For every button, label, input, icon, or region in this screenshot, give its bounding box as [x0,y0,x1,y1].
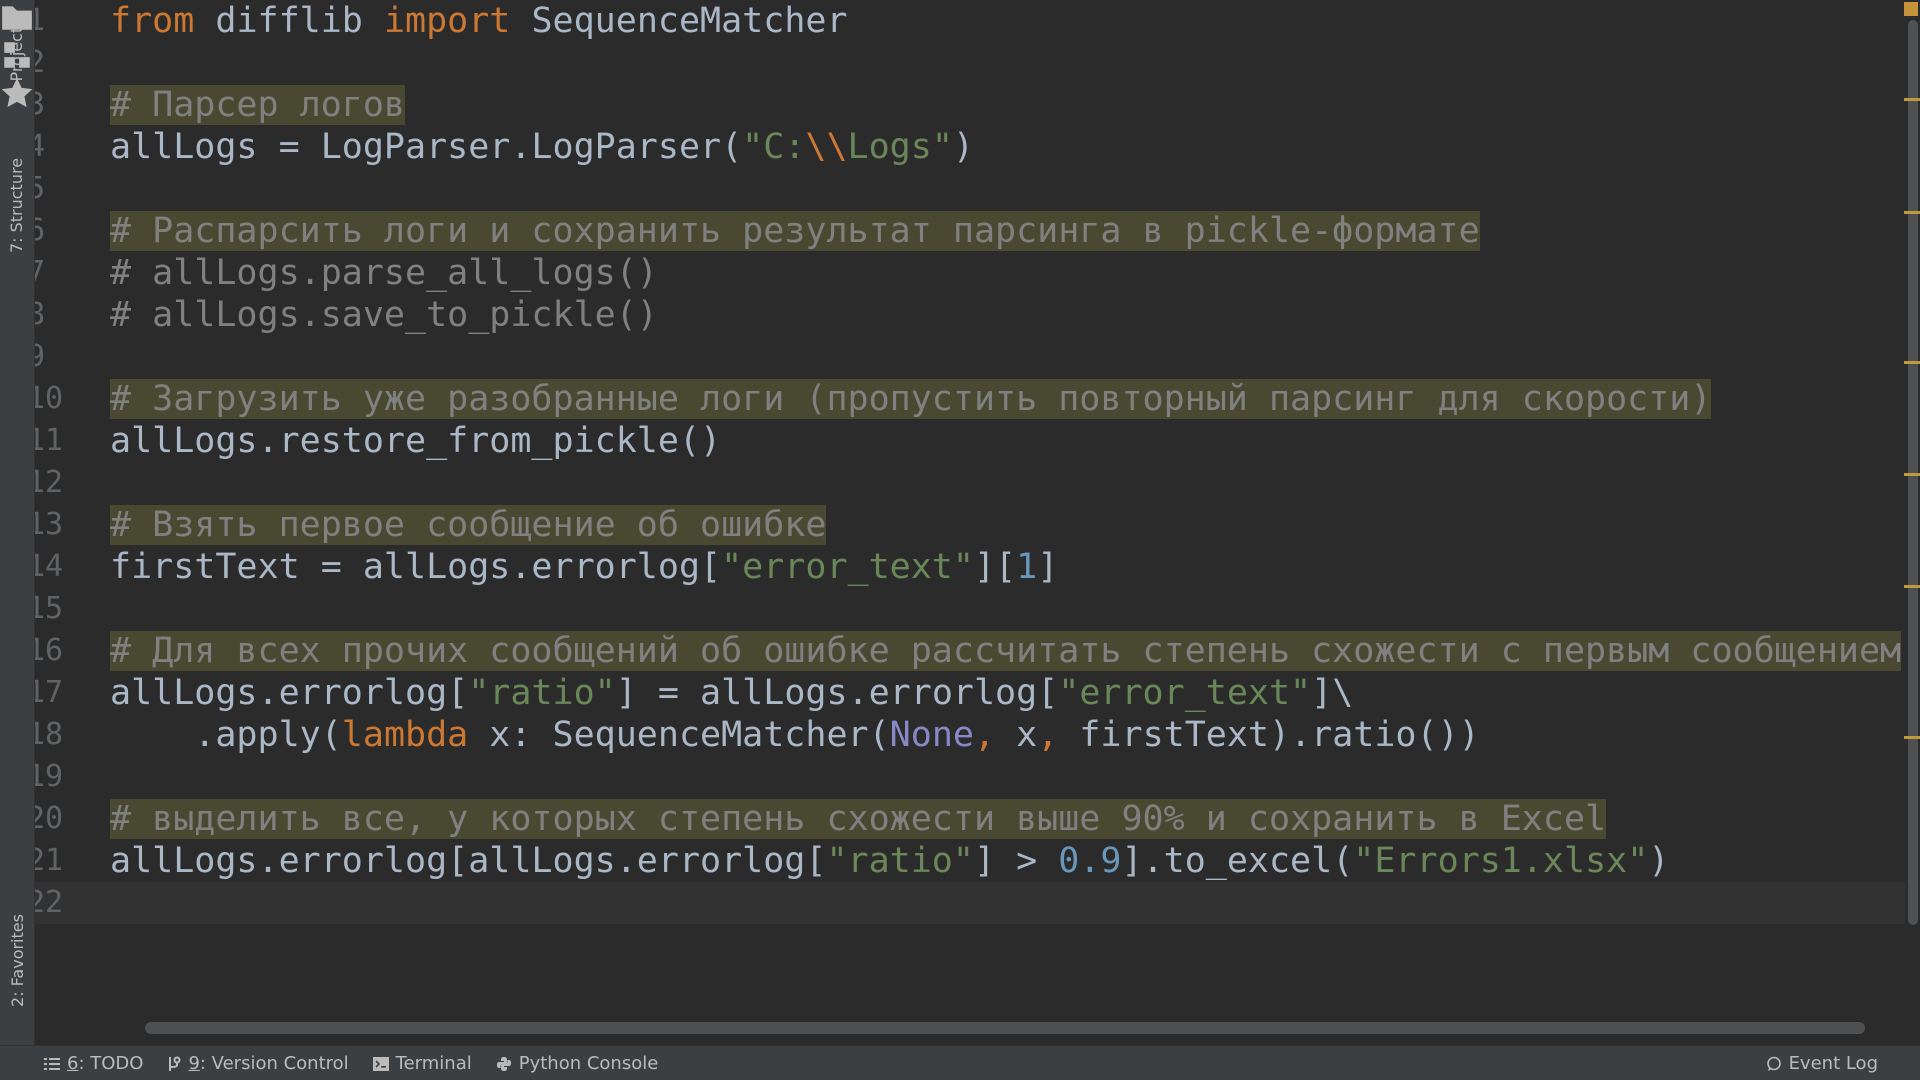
line-code: # Для всех прочих сообщений об ошибке ра… [110,631,1902,671]
code-line[interactable]: 10 # Загрузить уже разобранные логи (проп… [35,378,1905,420]
marker[interactable] [1904,361,1920,364]
line-number: 18 [35,717,64,752]
code-line[interactable]: 21 allLogs.errorlog[allLogs.errorlog["rat… [35,840,1905,882]
event-log-tool-button[interactable]: Event Log [1754,1046,1890,1080]
line-number: 9 [35,339,46,374]
python-console-label: Python Console [518,1053,659,1074]
code-line[interactable]: 22 [35,882,1905,924]
line-code: from difflib import SequenceMatcher [110,1,848,41]
line-number: 7 [35,255,46,290]
line-code: .apply(lambda x: SequenceMatcher(None, x… [110,715,1480,755]
code-line[interactable]: 3 # Парсер логов [35,84,1905,126]
line-number: 19 [35,759,64,794]
todo-label: : TODO [78,1053,144,1074]
line-code: allLogs.restore_from_pickle() [110,421,722,461]
line-number: 22 [35,885,64,920]
bottom-tool-bar: 6: TODO 9: Version Control Terminal Pyth… [0,1045,1920,1080]
code-line[interactable]: 14 firstText = allLogs.errorlog["error_te… [35,546,1905,588]
line-number: 1 [35,3,46,38]
code-line[interactable]: 6 # Распарсить логи и сохранить результат… [35,210,1905,252]
code-line[interactable]: 5 [35,168,1905,210]
code-line[interactable]: 16 # Для всех прочих сообщений об ошибке … [35,630,1905,672]
terminal-tool-button[interactable]: Terminal [361,1046,484,1080]
code-line[interactable]: 1 from difflib import SequenceMatcher [35,0,1905,42]
terminal-icon [372,1056,389,1071]
todo-tool-button[interactable]: 6: TODO [32,1046,155,1080]
line-number: 13 [35,507,64,542]
speech-bubble-icon [1766,1056,1781,1071]
code-line[interactable]: 8 # allLogs.save_to_pickle() [35,294,1905,336]
line-number: 4 [35,129,46,164]
line-code: # Распарсить логи и сохранить результат … [110,211,1480,251]
python-console-tool-button[interactable]: Python Console [484,1046,671,1080]
todo-hotkey: 6 [67,1053,79,1074]
error-stripe[interactable] [1904,0,1920,1045]
line-code: # Парсер логов [110,85,406,125]
line-number: 8 [35,297,46,332]
code-line[interactable]: 15 [35,588,1905,630]
left-tool-strip: 1: Project 7: Structure 2: Favorites [0,0,35,1045]
code-line[interactable]: 18 .apply(lambda x: SequenceMatcher(None… [35,714,1905,756]
code-line[interactable]: 2 [35,42,1905,84]
code-line[interactable]: 20 # выделить все, у которых степень схож… [35,798,1905,840]
vcs-hotkey: 9 [188,1053,200,1074]
line-number: 10 [35,381,64,416]
marker[interactable] [1904,585,1920,588]
terminal-label: Terminal [395,1053,472,1074]
line-number: 16 [35,633,64,668]
horizontal-scrollbar[interactable] [145,1022,1865,1034]
branch-icon [169,1056,181,1071]
code-line[interactable]: 4 allLogs = LogParser.LogParser("C:\\Logs… [35,126,1905,168]
line-code: # Загрузить уже разобранные логи (пропус… [110,379,1712,419]
code-editor[interactable]: 1 from difflib import SequenceMatcher 2 3 # … [35,0,1905,1045]
line-number: 15 [35,591,64,626]
line-number: 17 [35,675,64,710]
line-code: # allLogs.save_to_pickle() [110,295,658,335]
python-icon [496,1056,511,1071]
line-number: 3 [35,87,46,122]
line-code: # allLogs.parse_all_logs() [110,253,658,293]
project-tool-button[interactable]: 1: Project [0,8,34,120]
line-number: 12 [35,465,64,500]
line-code: allLogs.errorlog[allLogs.errorlog["ratio… [110,841,1670,881]
code-line[interactable]: 9 [35,336,1905,378]
version-control-tool-button[interactable]: 9: Version Control [155,1046,360,1080]
line-number: 21 [35,843,64,878]
code-line[interactable]: 13 # Взять первое сообщение об ошибке [35,504,1905,546]
marker[interactable] [1904,473,1920,476]
favorites-tool-label: 2: Favorites [7,913,27,1007]
structure-tool-label: 7: Structure [7,157,27,253]
line-number: 2 [35,45,46,80]
line-number: 6 [35,213,46,248]
marker[interactable] [1904,98,1920,101]
line-code: allLogs = LogParser.LogParser("C:\\Logs"… [110,127,974,167]
line-number: 11 [35,423,64,458]
line-number: 5 [35,171,46,206]
line-code: firstText = allLogs.errorlog["error_text… [110,547,1059,587]
marker[interactable] [1904,736,1920,739]
vcs-label: : Version Control [199,1053,349,1074]
inspection-status-icon[interactable] [1904,2,1918,16]
code-line[interactable]: 19 [35,756,1905,798]
event-log-label: Event Log [1788,1053,1878,1074]
structure-tool-button[interactable]: 7: Structure [0,145,34,265]
code-line[interactable]: 11 allLogs.restore_from_pickle() [35,420,1905,462]
line-number: 20 [35,801,64,836]
line-code: allLogs.errorlog["ratio"] = allLogs.erro… [110,673,1354,713]
list-icon [44,1057,60,1070]
code-line[interactable]: 17 allLogs.errorlog["ratio"] = allLogs.er… [35,672,1905,714]
line-code: # выделить все, у которых степень схожес… [110,799,1607,839]
line-number: 14 [35,549,64,584]
ide-window: 1: Project 7: Structure 2: Favorites 1 fr… [0,0,1920,1080]
project-tool-label: 1: Project [7,26,27,102]
marker[interactable] [1904,211,1920,214]
code-line[interactable]: 7 # allLogs.parse_all_logs() [35,252,1905,294]
favorites-tool-button[interactable]: 2: Favorites [0,905,34,1015]
code-line[interactable]: 12 [35,462,1905,504]
line-code: # Взять первое сообщение об ошибке [110,505,827,545]
